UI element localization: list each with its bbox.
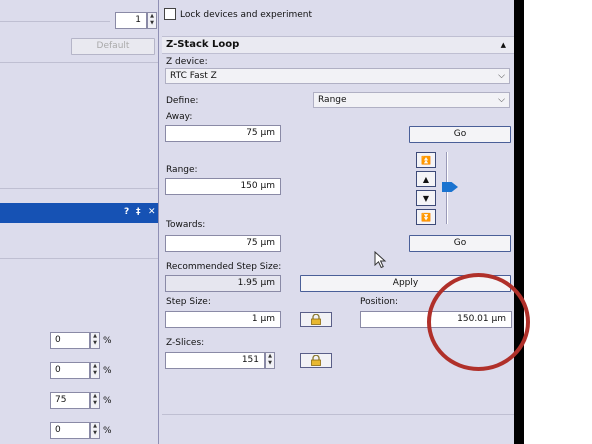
- right-black-edge: [514, 0, 524, 444]
- towards-label: Towards:: [166, 220, 206, 230]
- z-device-dropdown[interactable]: RTC Fast Z ⌵: [165, 68, 510, 84]
- step-size-field[interactable]: 1 µm: [165, 311, 281, 328]
- lock-icon: [311, 314, 321, 325]
- collapse-icon[interactable]: ▲: [501, 37, 506, 53]
- z-device-value: RTC Fast Z: [170, 71, 217, 81]
- close-icon[interactable]: ✕: [148, 207, 156, 217]
- away-field[interactable]: 75 µm: [165, 125, 281, 142]
- percent-unit: %: [103, 366, 112, 376]
- pin-icon[interactable]: ‡: [136, 207, 141, 217]
- recommended-step-label: Recommended Step Size:: [166, 262, 282, 272]
- cursor-icon: [374, 251, 387, 269]
- help-icon[interactable]: ?: [124, 207, 129, 217]
- slider-track: [0, 21, 110, 22]
- move-fast-up-button[interactable]: ⏫: [416, 152, 436, 168]
- step-size-label: Step Size:: [166, 297, 211, 307]
- default-button[interactable]: Default: [71, 38, 155, 55]
- z-slices-label: Z-Slices:: [166, 338, 205, 348]
- lock-icon: [311, 355, 321, 366]
- left-percent-field[interactable]: 0: [50, 362, 90, 379]
- chevron-down-icon: ⌵: [498, 95, 505, 105]
- top-spin-stepper[interactable]: ▲ ▼: [147, 12, 157, 29]
- position-label: Position:: [360, 297, 399, 307]
- z-slices-stepper[interactable]: ▲ ▼: [265, 352, 275, 369]
- left-percent-stepper[interactable]: ▲ ▼: [90, 392, 100, 409]
- left-percent-stepper[interactable]: ▲ ▼: [90, 362, 100, 379]
- top-spin-field[interactable]: 1: [115, 12, 147, 29]
- divider: [0, 62, 158, 63]
- define-value: Range: [318, 95, 347, 105]
- left-percent-stepper[interactable]: ▲ ▼: [90, 422, 100, 439]
- define-dropdown[interactable]: Range ⌵: [313, 92, 510, 108]
- left-percent-field[interactable]: 0: [50, 332, 90, 349]
- divider: [0, 188, 158, 189]
- lock-devices-label: Lock devices and experiment: [180, 10, 312, 20]
- recommended-step-field: 1.95 µm: [165, 275, 281, 292]
- define-label: Define:: [166, 96, 199, 106]
- range-field[interactable]: 150 µm: [165, 178, 281, 195]
- percent-unit: %: [103, 396, 112, 406]
- move-up-button[interactable]: ▲: [416, 171, 436, 187]
- range-label: Range:: [166, 165, 198, 175]
- right-panel: [159, 0, 514, 444]
- docked-window-titlebar: ? ‡ ✕: [0, 203, 158, 223]
- percent-unit: %: [103, 336, 112, 346]
- move-fast-down-button[interactable]: ⏬: [416, 209, 436, 225]
- left-percent-stepper[interactable]: ▲ ▼: [90, 332, 100, 349]
- chevron-down-icon: ⌵: [498, 71, 505, 81]
- annotation-circle: [427, 273, 530, 371]
- move-down-button[interactable]: ▼: [416, 190, 436, 206]
- percent-unit: %: [103, 426, 112, 436]
- away-go-button[interactable]: Go: [409, 126, 511, 143]
- left-percent-field[interactable]: 75: [50, 392, 90, 409]
- section-title: Z-Stack Loop: [166, 39, 240, 50]
- z-slices-field[interactable]: 151: [165, 352, 265, 369]
- z-stack-loop-header[interactable]: Z-Stack Loop ▲: [162, 36, 514, 54]
- away-label: Away:: [166, 112, 193, 122]
- divider: [0, 258, 158, 259]
- z-device-label: Z device:: [166, 57, 208, 67]
- lock-devices-checkbox[interactable]: [164, 8, 176, 20]
- z-slices-lock-button[interactable]: [300, 353, 332, 368]
- left-percent-field[interactable]: 0: [50, 422, 90, 439]
- divider: [162, 414, 514, 415]
- right-margin: [514, 0, 592, 444]
- towards-go-button[interactable]: Go: [409, 235, 511, 252]
- towards-field[interactable]: 75 µm: [165, 235, 281, 252]
- step-lock-button[interactable]: [300, 312, 332, 327]
